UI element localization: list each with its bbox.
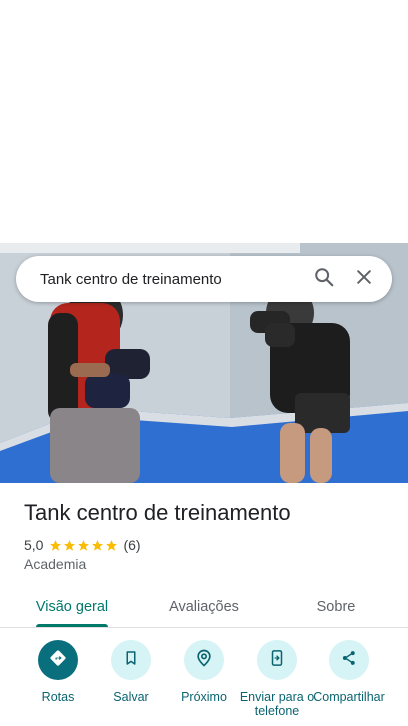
tab-about-label: Sobre <box>316 599 356 615</box>
tab-about[interactable]: Sobre <box>296 586 376 628</box>
close-button[interactable] <box>344 259 384 299</box>
close-icon <box>354 267 374 292</box>
tab-reviews-label: Avaliações <box>169 599 239 615</box>
directions-label: Rotas <box>41 690 75 704</box>
place-category: Academia <box>24 556 87 572</box>
search-icon <box>313 266 335 293</box>
tab-reviews[interactable]: Avaliações <box>150 586 258 628</box>
active-tab-indicator <box>36 624 108 627</box>
share-icon <box>340 649 358 672</box>
star-icon <box>92 539 104 551</box>
search-button[interactable] <box>304 259 344 299</box>
tab-bar: Visão geral Avaliações Sobre <box>0 586 408 628</box>
tab-overview[interactable]: Visão geral <box>20 586 124 628</box>
star-icon <box>106 539 118 551</box>
nearby-button-circle <box>184 640 224 680</box>
rating-row[interactable]: 5,0 (6) <box>24 536 141 554</box>
blank-top-area <box>0 0 408 243</box>
star-icon <box>64 539 76 551</box>
save-label: Salvar <box>113 690 149 704</box>
save-button-circle <box>111 640 151 680</box>
review-count: (6) <box>123 537 141 553</box>
rating-value: 5,0 <box>24 537 44 553</box>
tab-overview-label: Visão geral <box>35 599 109 615</box>
place-title: Tank centro de treinamento <box>24 500 291 525</box>
directions-button-circle <box>38 640 78 680</box>
share-button-circle <box>329 640 369 680</box>
send-to-phone-button-circle <box>257 640 297 680</box>
bookmark-icon <box>122 649 140 672</box>
rating-stars <box>49 539 119 552</box>
search-bar[interactable]: Tank centro de treinamento <box>16 256 392 302</box>
nearby-label: Próximo <box>181 690 227 704</box>
nearby-button[interactable]: Próximo <box>164 640 244 704</box>
action-bar: Rotas Salvar Próximo Enviar para o telef… <box>0 640 408 726</box>
star-icon <box>78 539 90 551</box>
share-label: Compartilhar <box>313 690 385 704</box>
directions-icon <box>48 648 68 673</box>
send-to-phone-button[interactable]: Enviar para o telefone <box>237 640 317 718</box>
send-to-phone-label: Enviar para o telefone <box>239 690 315 718</box>
save-button[interactable]: Salvar <box>91 640 171 704</box>
share-button[interactable]: Compartilhar <box>309 640 389 704</box>
directions-button[interactable]: Rotas <box>18 640 98 704</box>
search-input[interactable]: Tank centro de treinamento <box>16 271 304 288</box>
star-icon <box>50 539 62 551</box>
nearby-icon <box>194 648 214 673</box>
send-to-phone-icon <box>268 649 286 672</box>
